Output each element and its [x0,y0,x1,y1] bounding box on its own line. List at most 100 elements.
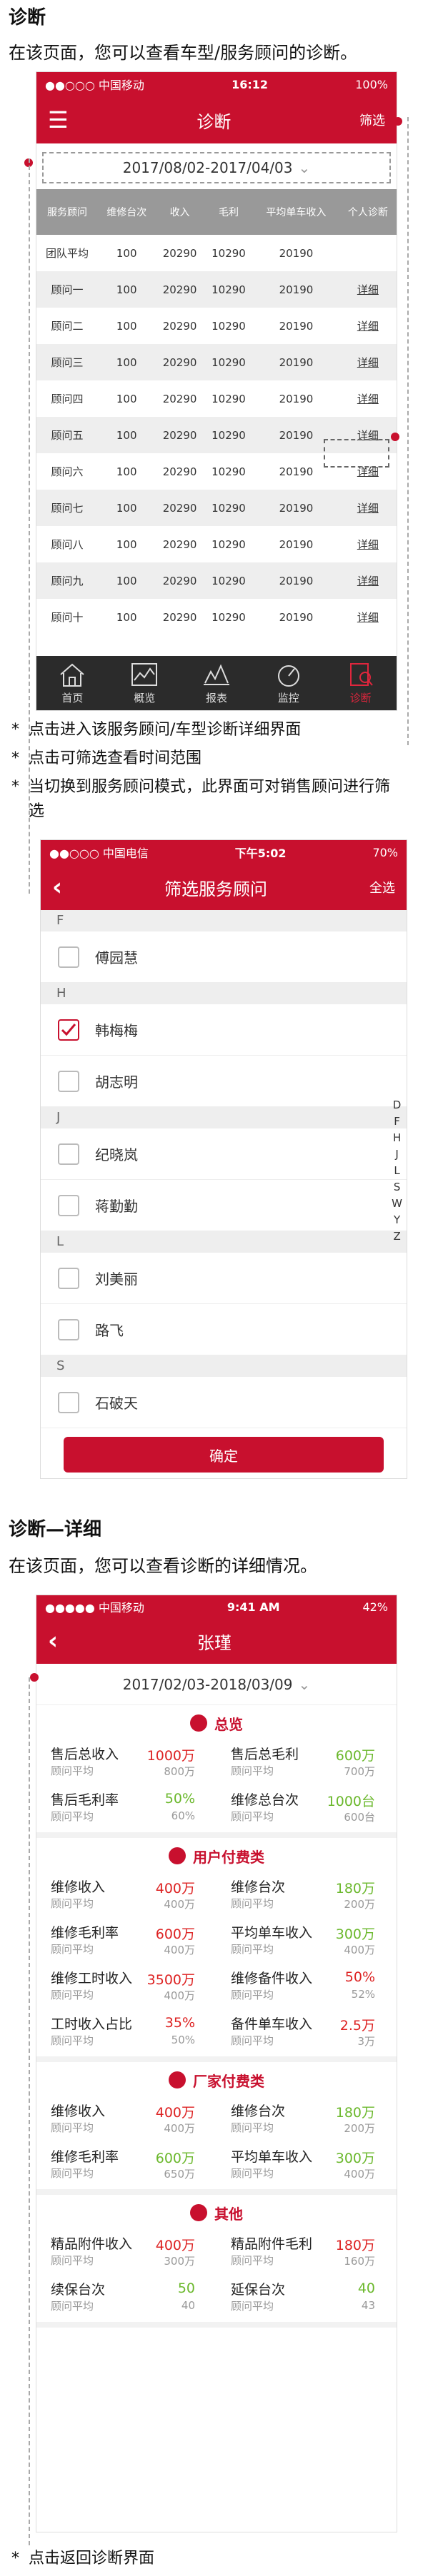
metric-average: 800万 [164,1765,195,1778]
table-cell: 10290 [211,246,246,260]
table-cell: 20190 [253,271,339,308]
menu-icon[interactable]: ☰ [48,106,69,133]
table-cell: 顾问十 [51,611,84,624]
chart-icon [131,662,158,686]
highlight-box [324,439,389,468]
metric-item: 续保台次 顾问平均 50 40 [36,2276,217,2322]
table-cell: 20290 [155,271,204,308]
checkbox-icon[interactable] [58,1194,79,1216]
alpha-letter[interactable]: Z [392,1228,402,1245]
table-cell: 20290 [162,537,197,551]
group-title: 总览 [36,1705,397,1741]
annotation-dot [30,1673,39,1682]
advisor-item[interactable]: 蒋勤勤 [41,1180,407,1231]
metric-value: 1000台 [327,1794,375,1809]
alpha-letter[interactable]: D [392,1097,402,1113]
confirm-button[interactable]: 确定 [64,1437,384,1473]
table-cell: 100 [98,562,156,599]
metric-item: 平均单车收入 顾问平均 300万 400万 [217,1919,397,1965]
advisor-item[interactable]: 刘美丽 [41,1253,407,1304]
detail-link[interactable]: 详细 [339,271,397,308]
advisor-item[interactable]: 路飞 [41,1304,407,1355]
advisor-item[interactable]: 纪晓岚 [41,1128,407,1180]
detail-link[interactable]: 详细 [339,308,397,344]
tab-home[interactable]: 首页 [36,656,109,710]
metric-item: 维修收入 顾问平均 400万 400万 [36,2098,217,2143]
detail-link[interactable]: 详细 [339,490,397,526]
tab-diagnosis[interactable]: 诊断 [324,656,397,710]
tab-monitor[interactable]: 监控 [252,656,324,710]
metric-average: 400万 [164,2122,195,2135]
alpha-letter[interactable]: J [392,1146,402,1163]
table-row: 顾问四 100 20290 10290 20190 详细 [36,380,397,417]
advisor-item[interactable]: 傅园慧 [41,931,407,983]
table-cell: 20190 [279,610,314,624]
metric-value: 300万 [335,2151,375,2166]
checkbox-icon[interactable] [58,1267,79,1289]
detail-link[interactable]: 详细 [339,562,397,599]
checkbox-icon[interactable] [58,1318,79,1340]
alpha-index[interactable]: DFHJLSWYZ [392,1097,402,1245]
battery-label: 100% [355,77,388,91]
table-row: 顾问一 100 20290 10290 20190 详细 [36,271,397,308]
metric-value: 600万 [335,1748,375,1764]
table-cell [339,235,397,271]
checkbox-checked-icon[interactable] [58,1019,79,1041]
metric-average: 400万 [164,1989,195,2002]
alpha-letter[interactable]: S [392,1179,402,1196]
checkbox-icon[interactable] [58,1143,79,1165]
back-icon[interactable]: ‹ [52,873,62,901]
metric-item: 维修台次 顾问平均 180万 200万 [217,1874,397,1919]
alpha-letter[interactable]: H [392,1130,402,1146]
annotation-dot [391,433,399,441]
metric-average: 400万 [164,1944,195,1956]
alpha-letter[interactable]: Y [392,1212,402,1228]
select-all-button[interactable]: 全选 [369,878,395,896]
table-cell: 顾问四 [51,393,84,405]
clock-label: 9:41 AM [227,1600,280,1614]
checkbox-icon[interactable] [58,1070,79,1092]
table-cell: 10290 [204,344,254,380]
detail-link[interactable]: 详细 [339,526,397,562]
tab-label: 首页 [61,691,84,704]
alpha-letter[interactable]: F [392,1113,402,1130]
filter-button[interactable]: 筛选 [359,111,385,129]
metric-average: 52% [351,1988,375,2001]
tab-overview[interactable]: 概览 [109,656,181,710]
metric-value: 180万 [335,2105,375,2121]
metric-value: 50% [164,1791,195,1807]
table-cell: 100 [116,246,137,260]
date-range-selector[interactable]: 2017/08/02-2017/04/03 ⌄ [42,152,391,183]
page-title: 张瑾 [197,1632,232,1653]
table-cell: 顾问八 [51,538,84,551]
metric-group: 厂家付费类 维修收入 顾问平均 400万 400万 维修台次 顾问平均 180万 200万 维修毛… [36,2062,397,2195]
table-cell: 10290 [211,610,246,624]
advisor-item[interactable]: 石破天 [41,1377,407,1428]
table-cell: 100 [116,392,137,405]
advisor-item[interactable]: 胡志明 [41,1056,407,1107]
alpha-letter[interactable]: L [392,1163,402,1179]
back-icon[interactable]: ‹ [48,1627,58,1655]
table-cell: 10290 [204,562,254,599]
metric-average: 50% [171,2034,195,2046]
detail-link[interactable]: 详细 [339,344,397,380]
date-range-selector[interactable]: 2017/02/03-2018/03/09 ⌄ [36,1664,397,1705]
table-cell: 20190 [253,490,339,526]
table-cell: 顾问二 [51,320,84,333]
letter-header: S [41,1355,407,1377]
checkbox-icon[interactable] [58,1391,79,1413]
metric-item: 维修工时收入 顾问平均 3500万 400万 [36,1965,217,2011]
advisor-item[interactable]: 韩梅梅 [41,1004,407,1056]
detail-link[interactable]: 详细 [339,380,397,417]
detail-link[interactable]: 详细 [339,599,397,635]
tab-report[interactable]: 报表 [181,656,253,710]
advisor-name: 刘美丽 [95,1271,138,1288]
metric-value: 400万 [155,2238,195,2253]
metric-average: 600台 [344,1811,375,1824]
alpha-letter[interactable]: W [392,1196,402,1212]
table-cell: 20290 [155,417,204,453]
advisor-name: 胡志明 [95,1074,138,1091]
advisor-name: 傅园慧 [95,949,138,966]
note: 点击返回诊断界面 [11,2547,400,2571]
checkbox-icon[interactable] [58,946,79,968]
